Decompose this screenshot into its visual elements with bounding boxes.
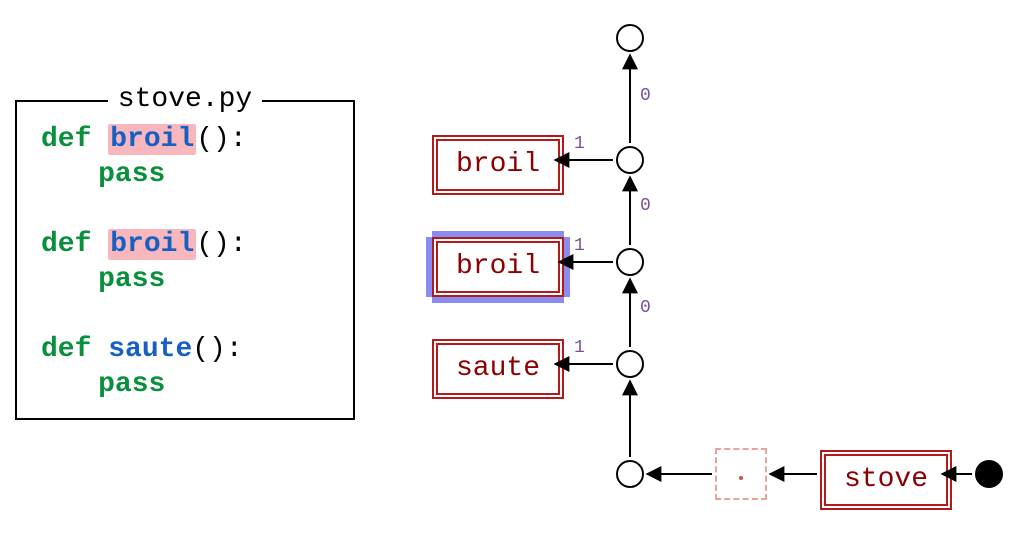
keyword-def: def xyxy=(41,334,91,365)
node-label: broil xyxy=(456,149,540,180)
node-label: stove xyxy=(844,464,928,495)
code-line xyxy=(41,192,341,227)
code-line: def saute(): xyxy=(41,332,341,367)
graph-node xyxy=(616,350,644,378)
edge-label-one: 1 xyxy=(574,134,585,154)
graph-node xyxy=(616,460,644,488)
code-line: pass xyxy=(41,157,341,192)
code-line: pass xyxy=(41,262,341,297)
keyword-def: def xyxy=(41,124,91,155)
code-body: def broil(): pass def broil(): pass def … xyxy=(17,102,353,414)
node-dot-attr xyxy=(715,448,767,500)
graph-node xyxy=(616,24,644,52)
keyword-pass: pass xyxy=(98,264,165,295)
graph-node xyxy=(616,146,644,174)
edge-label-one: 1 xyxy=(574,338,585,358)
edge-label-one: 1 xyxy=(574,236,585,256)
canvas: stove.py def broil(): pass def broil(): … xyxy=(0,0,1024,551)
graph-start-node xyxy=(975,460,1003,488)
paren: (): xyxy=(196,229,246,260)
edge-label-zero: 0 xyxy=(640,298,651,318)
keyword-def: def xyxy=(41,229,91,260)
dot-icon xyxy=(739,476,743,480)
keyword-pass: pass xyxy=(98,159,165,190)
paren: (): xyxy=(196,124,246,155)
graph-node xyxy=(616,248,644,276)
node-label: saute xyxy=(456,353,540,384)
code-box-title: stove.py xyxy=(108,84,262,115)
function-name: broil xyxy=(108,229,196,260)
code-box: stove.py def broil(): pass def broil(): … xyxy=(15,100,355,420)
edge-label-zero: 0 xyxy=(640,86,651,106)
function-name: broil xyxy=(108,124,196,155)
node-broil-1: broil xyxy=(432,135,564,195)
code-line: pass xyxy=(41,367,341,402)
code-line: def broil(): xyxy=(41,227,341,262)
paren: (): xyxy=(192,334,242,365)
code-line: def broil(): xyxy=(41,122,341,157)
node-broil-2: broil xyxy=(432,237,564,297)
code-box-title-wrap: stove.py xyxy=(17,84,353,115)
node-module-stove: stove xyxy=(820,450,952,510)
node-saute: saute xyxy=(432,339,564,399)
function-name: saute xyxy=(108,334,192,365)
edge-label-zero: 0 xyxy=(640,196,651,216)
code-line xyxy=(41,297,341,332)
node-label: broil xyxy=(456,251,540,282)
keyword-pass: pass xyxy=(98,369,165,400)
